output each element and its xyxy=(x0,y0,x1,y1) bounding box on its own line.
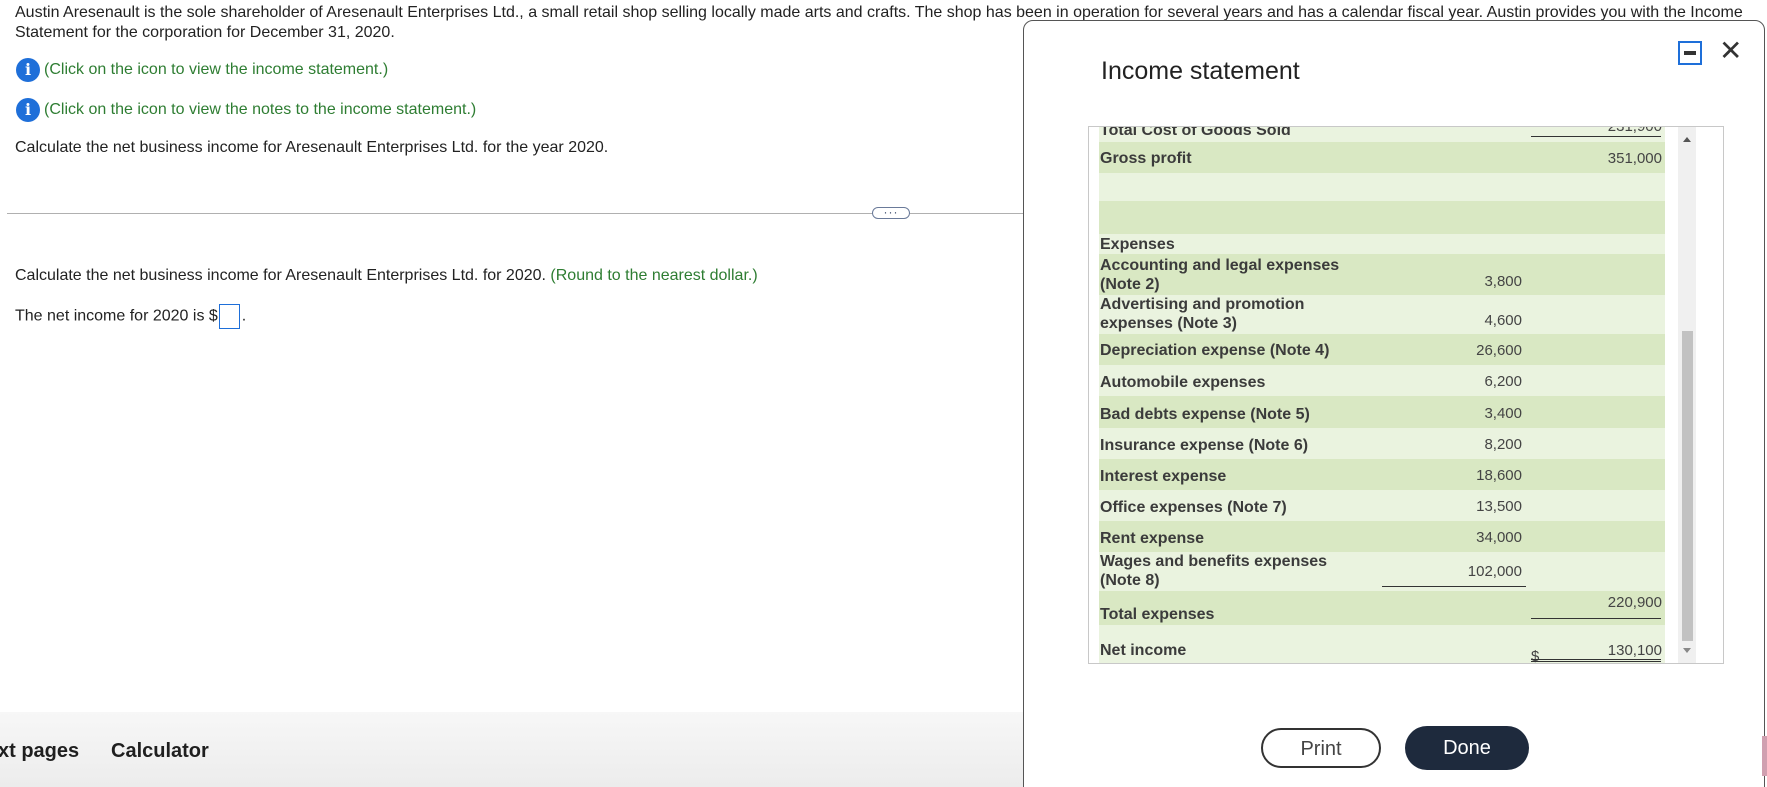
sub-task-line: Calculate the net business income for Ar… xyxy=(15,267,758,285)
row-amount: 13,500 xyxy=(1476,498,1522,515)
row-amount: 3,800 xyxy=(1484,273,1522,290)
row-total-amount: 130,100 xyxy=(1607,642,1662,659)
table-row: Insurance expense (Note 6) 8,200 xyxy=(1099,428,1665,459)
table-row: Automobile expenses 6,200 xyxy=(1099,365,1665,396)
row-amount: 8,200 xyxy=(1484,436,1522,453)
print-button[interactable]: Print xyxy=(1261,728,1381,768)
row-label: Total Cost of Goods Sold xyxy=(1100,127,1291,139)
divider-handle[interactable]: ··· xyxy=(872,206,910,219)
table-row: Office expenses (Note 7) 13,500 xyxy=(1099,490,1665,521)
round-note: (Round to the nearest dollar.) xyxy=(550,267,758,284)
total-expenses-underline xyxy=(1531,618,1661,619)
row-label: Advertising and promotion expenses (Note… xyxy=(1100,296,1305,332)
table-scrollbar[interactable] xyxy=(1678,127,1696,663)
notes-hint-text[interactable]: (Click on the icon to view the notes to … xyxy=(44,101,476,119)
row-label: Automobile expenses xyxy=(1100,374,1266,391)
table-row: Total Cost of Goods Sold 231,900 xyxy=(1099,127,1665,142)
table-row: Interest expense 18,600 xyxy=(1099,459,1665,490)
scroll-up-arrow-icon[interactable] xyxy=(1683,137,1691,142)
edge-indicator xyxy=(1762,736,1767,776)
table-row xyxy=(1099,201,1665,234)
calculator-link[interactable]: Calculator xyxy=(111,740,209,763)
income-statement-hint[interactable]: i (Click on the icon to view the income … xyxy=(16,58,388,82)
row-total-amount: 231,900 xyxy=(1532,127,1662,135)
task-text: Calculate the net business income for Ar… xyxy=(15,139,609,156)
minimize-icon xyxy=(1684,51,1696,55)
scroll-down-arrow-icon[interactable] xyxy=(1683,648,1691,653)
answer-suffix: . xyxy=(241,307,247,325)
info-icon[interactable]: i xyxy=(16,98,40,122)
sub-task-text: Calculate the net business income for Ar… xyxy=(15,267,546,284)
answer-prefix: The net income for 2020 is $ xyxy=(15,307,218,325)
table-row: Gross profit 351,000 xyxy=(1099,142,1665,173)
table-row xyxy=(1099,173,1665,201)
row-label: Gross profit xyxy=(1100,150,1192,167)
income-statement-popup: Income statement ✕ Total Cost of Goods S… xyxy=(1023,20,1765,787)
minimize-button[interactable] xyxy=(1678,41,1702,65)
row-amount: 34,000 xyxy=(1476,529,1522,546)
notes-hint[interactable]: i (Click on the icon to view the notes t… xyxy=(16,98,476,122)
row-total-amount: 351,000 xyxy=(1607,150,1662,167)
row-label: Office expenses (Note 7) xyxy=(1100,499,1287,516)
row-label: Bad debts expense (Note 5) xyxy=(1100,406,1310,423)
next-pages-link[interactable]: xt pages xyxy=(0,740,79,763)
row-total-amount: 220,900 xyxy=(1607,594,1662,611)
row-label: Expenses xyxy=(1100,236,1175,253)
row-label: Accounting and legal expenses (Note 2) xyxy=(1100,257,1340,293)
row-amount: 6,200 xyxy=(1484,373,1522,390)
row-amount: 102,000 xyxy=(1467,563,1522,580)
row-amount: 18,600 xyxy=(1476,467,1522,484)
table-row: Accounting and legal expenses (Note 2) 3… xyxy=(1099,254,1665,295)
table-row: Rent expense 34,000 xyxy=(1099,521,1665,552)
net-income-double-underline xyxy=(1531,659,1661,662)
info-icon[interactable]: i xyxy=(16,58,40,82)
table-row: Depreciation expense (Note 4) 26,600 xyxy=(1099,334,1665,365)
net-income-amount-cell: 130,100 xyxy=(1099,625,1665,663)
row-label: Wages and benefits expenses (Note 8) xyxy=(1100,553,1328,589)
popup-title: Income statement xyxy=(1101,57,1300,85)
table-row: Advertising and promotion expenses (Note… xyxy=(1099,295,1665,334)
income-statement-table-frame[interactable]: Total Cost of Goods Sold 231,900 Gross p… xyxy=(1088,126,1724,664)
table-row: Expenses xyxy=(1099,234,1665,254)
row-label: Interest expense xyxy=(1100,468,1227,485)
row-label: Rent expense xyxy=(1100,530,1205,547)
table-row: Bad debts expense (Note 5) 3,400 xyxy=(1099,396,1665,428)
row-label: Depreciation expense (Note 4) xyxy=(1100,342,1330,359)
row-amount: 4,600 xyxy=(1484,312,1522,329)
row-label: Insurance expense (Note 6) xyxy=(1100,437,1309,454)
expenses-underline xyxy=(1382,586,1526,587)
net-income-answer-input[interactable] xyxy=(218,304,240,329)
income-statement-table: Total Cost of Goods Sold 231,900 Gross p… xyxy=(1089,127,1669,663)
subtotal-underline xyxy=(1531,136,1661,137)
answer-line: The net income for 2020 is $. xyxy=(15,304,246,329)
close-icon[interactable]: ✕ xyxy=(1719,37,1742,65)
row-amount: 26,600 xyxy=(1476,342,1522,359)
row-label: Total expenses xyxy=(1100,606,1215,623)
scroll-thumb[interactable] xyxy=(1682,331,1693,641)
row-amount: 3,400 xyxy=(1484,405,1522,422)
table-row: Total expenses 220,900 xyxy=(1099,591,1665,625)
done-button[interactable]: Done xyxy=(1405,726,1529,770)
income-statement-hint-text[interactable]: (Click on the icon to view the income st… xyxy=(44,61,388,79)
